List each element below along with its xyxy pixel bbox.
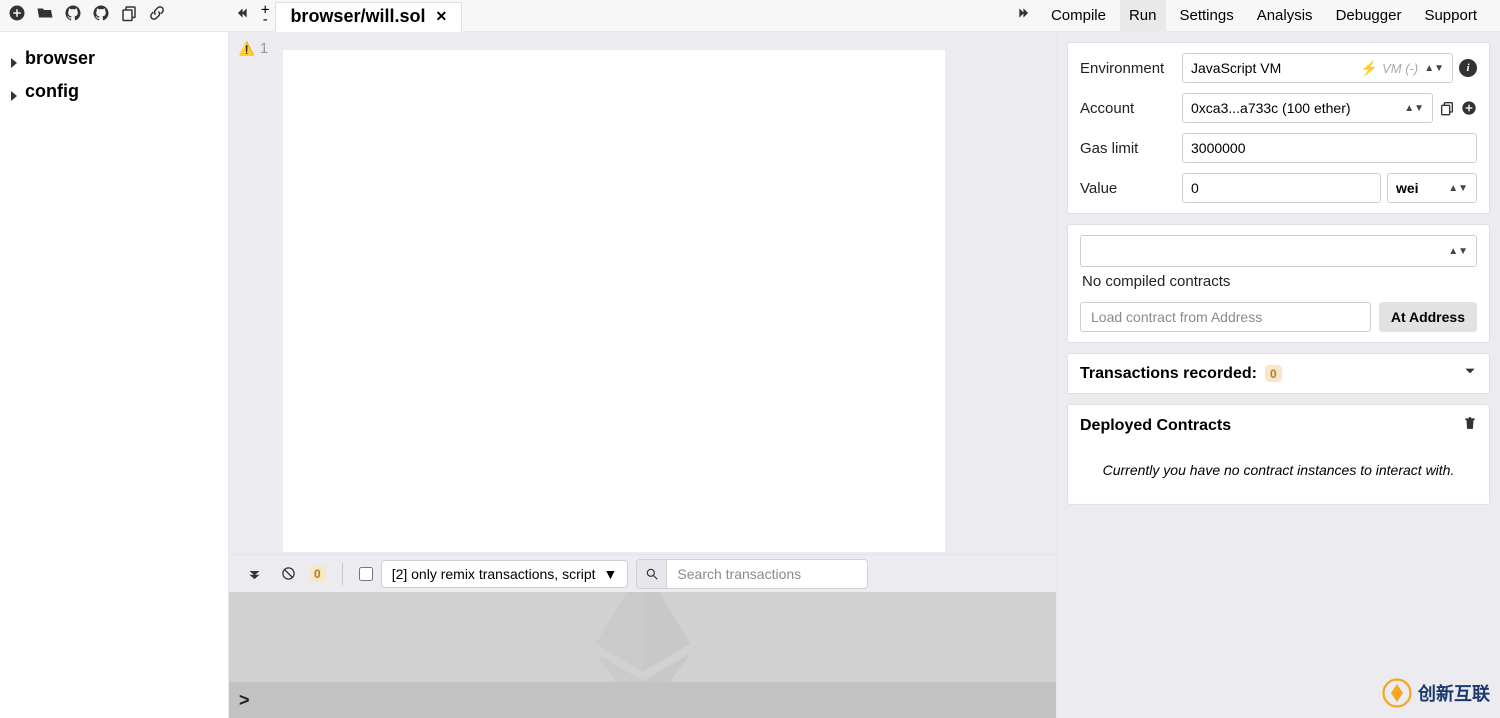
toolbar-left xyxy=(0,0,229,31)
terminal-output[interactable] xyxy=(229,592,1056,682)
env-section: Environment JavaScript VM ⚡ VM (-) ▲▼ i … xyxy=(1067,42,1490,214)
tx-recorded-count: 0 xyxy=(1265,365,1282,382)
ethereum-logo-icon xyxy=(593,592,693,682)
collapse-terminal-icon[interactable] xyxy=(241,561,267,587)
warning-gutter[interactable]: ⚠️ xyxy=(235,38,255,554)
chevron-down-icon[interactable] xyxy=(1463,364,1477,383)
editor: ⚠️ 1 xyxy=(229,32,1056,554)
at-address-button[interactable]: At Address xyxy=(1379,302,1477,332)
line-number: 1 xyxy=(260,40,268,57)
tree-item-config[interactable]: config xyxy=(0,75,228,108)
tx-recorded-section: Transactions recorded: 0 xyxy=(1067,353,1490,394)
file-tab-label: browser/will.sol xyxy=(290,6,425,27)
caret-down-icon: ▲▼ xyxy=(1448,183,1468,194)
caret-right-icon xyxy=(8,53,20,65)
vm-status: VM (-) xyxy=(1382,61,1418,76)
tx-recorded-label: Transactions recorded: xyxy=(1080,365,1257,383)
zoom-toggle-icon[interactable]: +- xyxy=(255,2,275,30)
watermark: 创新互联 xyxy=(1382,678,1490,708)
account-value: 0xca3...a733c (100 ether) xyxy=(1191,100,1351,116)
main: browser config ⚠️ 1 0 [2] only remix tra… xyxy=(0,32,1500,718)
file-tab[interactable]: browser/will.sol ✕ xyxy=(275,2,462,32)
env-label: Environment xyxy=(1080,60,1182,77)
add-account-icon[interactable] xyxy=(1461,100,1477,116)
load-address-input[interactable] xyxy=(1080,302,1371,332)
gas-limit-label: Gas limit xyxy=(1080,140,1182,157)
nav-support[interactable]: Support xyxy=(1415,0,1486,32)
no-instances-text: Currently you have no contract instances… xyxy=(1080,436,1477,488)
center-column: ⚠️ 1 0 [2] only remix transactions, scri… xyxy=(229,32,1057,718)
env-select[interactable]: JavaScript VM ⚡ VM (-) ▲▼ xyxy=(1182,53,1453,83)
github-alt-icon[interactable] xyxy=(92,4,110,27)
env-select-value: JavaScript VM xyxy=(1191,60,1281,76)
value-label: Value xyxy=(1080,180,1182,197)
watermark-logo-icon xyxy=(1382,678,1412,708)
nav-analysis[interactable]: Analysis xyxy=(1248,0,1322,32)
value-input[interactable] xyxy=(1182,173,1381,203)
tree-item-browser[interactable]: browser xyxy=(0,42,228,75)
expand-right-panel-icon[interactable] xyxy=(1011,2,1037,29)
caret-down-icon: ▼ xyxy=(604,566,618,582)
contract-section: ▲▼ No compiled contracts At Address xyxy=(1067,224,1490,343)
value-unit: wei xyxy=(1396,180,1419,196)
account-select[interactable]: 0xca3...a733c (100 ether) ▲▼ xyxy=(1182,93,1433,123)
contract-select[interactable]: ▲▼ xyxy=(1080,235,1477,267)
no-compiled-text: No compiled contracts xyxy=(1080,267,1477,290)
watermark-text: 创新互联 xyxy=(1418,680,1490,706)
caret-down-icon: ▲▼ xyxy=(1404,103,1424,114)
terminal-input-row[interactable]: > xyxy=(229,682,1056,718)
copy-address-icon[interactable] xyxy=(1439,100,1455,116)
divider xyxy=(342,563,343,585)
nav-run[interactable]: Run xyxy=(1120,0,1166,32)
nav-debugger[interactable]: Debugger xyxy=(1327,0,1411,32)
gas-limit-input[interactable] xyxy=(1182,133,1477,163)
terminal-prompt: > xyxy=(239,690,250,711)
listen-network-checkbox[interactable] xyxy=(359,567,373,581)
link-icon[interactable] xyxy=(148,4,166,27)
plug-icon: ⚡ xyxy=(1361,60,1378,77)
right-panel: Environment JavaScript VM ⚡ VM (-) ▲▼ i … xyxy=(1057,32,1500,718)
tree-item-label: config xyxy=(25,81,79,102)
github-icon[interactable] xyxy=(64,4,82,27)
file-panel: browser config xyxy=(0,32,229,718)
search-box xyxy=(636,559,868,589)
line-number-gutter: 1 xyxy=(255,38,273,554)
nav-settings[interactable]: Settings xyxy=(1171,0,1243,32)
caret-down-icon: ▲▼ xyxy=(1424,63,1444,74)
deployed-section: Deployed Contracts Currently you have no… xyxy=(1067,404,1490,505)
tab-bar: +- browser/will.sol ✕ xyxy=(229,0,1011,31)
tx-filter-label: [2] only remix transactions, script xyxy=(392,566,596,582)
account-label: Account xyxy=(1080,100,1182,117)
top-bar: +- browser/will.sol ✕ Compile Run Settin… xyxy=(0,0,1500,32)
terminal-toolbar: 0 [2] only remix transactions, script ▼ xyxy=(229,554,1056,592)
folder-open-icon[interactable] xyxy=(36,4,54,27)
new-file-icon[interactable] xyxy=(8,4,26,27)
tx-filter-dropdown[interactable]: [2] only remix transactions, script ▼ xyxy=(381,560,629,588)
copy-icon[interactable] xyxy=(120,4,138,27)
main-nav: Compile Run Settings Analysis Debugger S… xyxy=(1011,0,1500,31)
info-icon[interactable]: i xyxy=(1459,59,1477,77)
deployed-label: Deployed Contracts xyxy=(1080,417,1231,435)
close-tab-icon[interactable]: ✕ xyxy=(435,8,447,25)
tree-item-label: browser xyxy=(25,48,95,69)
search-icon[interactable] xyxy=(637,560,667,588)
pending-tx-badge: 0 xyxy=(309,565,326,582)
caret-down-icon: ▲▼ xyxy=(1448,246,1468,257)
warning-icon: ⚠️ xyxy=(239,41,255,56)
collapse-sidebar-icon[interactable] xyxy=(229,2,255,29)
code-editor-area[interactable] xyxy=(283,50,945,552)
search-input[interactable] xyxy=(667,560,867,588)
nav-compile[interactable]: Compile xyxy=(1042,0,1115,32)
trash-icon[interactable] xyxy=(1463,415,1477,436)
caret-right-icon xyxy=(8,86,20,98)
clear-terminal-icon[interactable] xyxy=(275,561,301,587)
value-unit-select[interactable]: wei ▲▼ xyxy=(1387,173,1477,203)
